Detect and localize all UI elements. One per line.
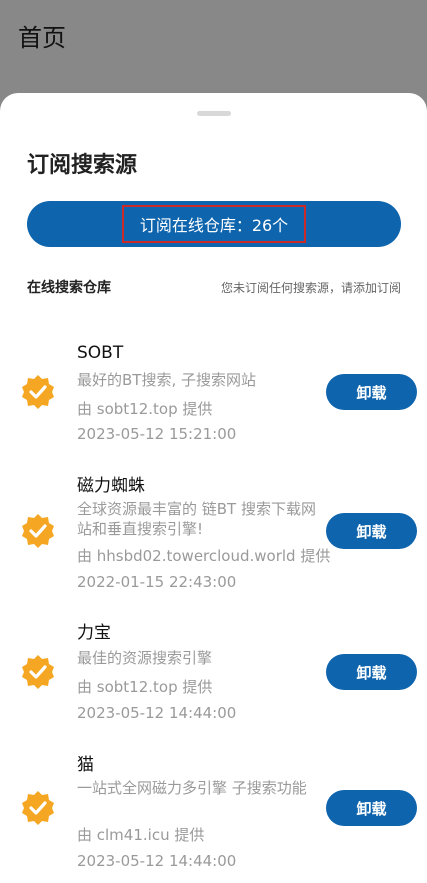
item-provider: 由 hhsbd02.towercloud.world 提供 xyxy=(77,547,331,565)
item-provider: 由 sobt12.top 提供 xyxy=(77,400,213,418)
item-name: 力宝 xyxy=(77,623,111,643)
list-item: SOBT 最好的BT搜索, 子搜索网站 由 sobt12.top 提供 2023… xyxy=(0,337,427,467)
item-provider: 由 clm41.icu 提供 xyxy=(77,826,205,844)
verified-badge-icon xyxy=(20,374,56,410)
section-header: 在线搜索仓库 您未订阅任何搜索源，请添加订阅 xyxy=(27,277,401,299)
uninstall-button[interactable]: 卸载 xyxy=(326,654,417,690)
subscribe-online-repo-button[interactable]: 订阅在线仓库：26个 xyxy=(27,201,401,247)
item-name: 猫 xyxy=(77,755,94,775)
list-item: 磁力蜘蛛 全球资源最丰富的 链BT 搜索下载网站和垂直搜索引擎! 由 hhsbd… xyxy=(0,469,427,599)
bottom-sheet: 订阅搜索源 订阅在线仓库：26个 在线搜索仓库 您未订阅任何搜索源，请添加订阅 … xyxy=(0,93,427,883)
item-description: 最佳的资源搜索引擎 xyxy=(77,649,213,667)
item-name: SOBT xyxy=(77,343,124,363)
subscribe-button-label: 订阅在线仓库：26个 xyxy=(121,205,307,243)
item-description: 全球资源最丰富的 链BT 搜索下载网站和垂直搜索引擎! xyxy=(77,500,316,538)
section-title: 在线搜索仓库 xyxy=(27,280,111,296)
list-item: 力宝 最佳的资源搜索引擎 由 sobt12.top 提供 2023-05-12 … xyxy=(0,616,427,746)
uninstall-button[interactable]: 卸载 xyxy=(326,790,417,826)
sheet-drag-handle[interactable] xyxy=(197,111,231,116)
item-description: 一站式全网磁力多引擎 子搜索功能 xyxy=(77,779,307,797)
verified-badge-icon xyxy=(20,654,56,690)
item-provider: 由 sobt12.top 提供 xyxy=(77,678,213,696)
page-title: 首页 xyxy=(18,24,66,52)
list-item: 猫 一站式全网磁力多引擎 子搜索功能 由 clm41.icu 提供 2023-0… xyxy=(0,748,427,878)
sheet-title: 订阅搜索源 xyxy=(27,153,138,178)
uninstall-button[interactable]: 卸载 xyxy=(326,513,417,549)
item-timestamp: 2023-05-12 14:44:00 xyxy=(77,704,237,722)
uninstall-button[interactable]: 卸载 xyxy=(326,374,417,410)
item-timestamp: 2023-05-12 15:21:00 xyxy=(77,425,237,443)
item-timestamp: 2022-01-15 22:43:00 xyxy=(77,573,237,591)
item-name: 磁力蜘蛛 xyxy=(77,476,145,496)
section-note: 您未订阅任何搜索源，请添加订阅 xyxy=(220,281,401,295)
verified-badge-icon xyxy=(20,513,56,549)
verified-badge-icon xyxy=(20,790,56,826)
item-description: 最好的BT搜索, 子搜索网站 xyxy=(77,371,256,389)
item-timestamp: 2023-05-12 14:44:00 xyxy=(77,852,237,870)
